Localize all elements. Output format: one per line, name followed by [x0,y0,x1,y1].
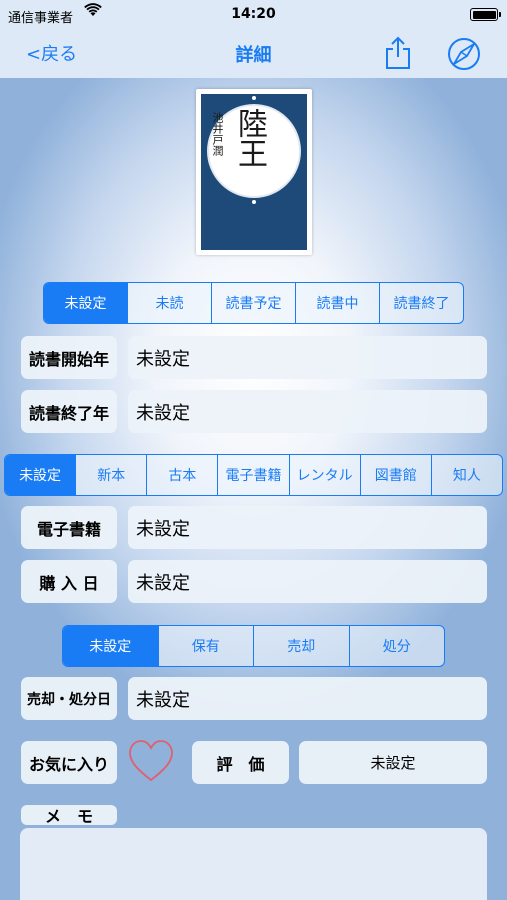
memo-textarea[interactable] [20,828,487,900]
book-type-option[interactable]: 新本 [75,455,146,495]
reading-status-option[interactable]: 読書中 [295,283,379,323]
sell-date-label: 売却・処分日 [21,677,117,720]
reading-status-option[interactable]: 読書予定 [211,283,295,323]
reading-status-option[interactable]: 読書終了 [379,283,463,323]
book-cover-image[interactable]: 陸王 池井戸潤 [196,89,312,255]
reading-end-field[interactable]: 未設定 [128,390,487,433]
reading-status-segmented-control: 未設定 未読 読書予定 読書中 読書終了 [43,282,464,324]
ebook-label: 電子書籍 [21,506,117,549]
back-button[interactable]: <戻る [26,40,77,66]
book-type-segmented-control: 未設定 新本 古本 電子書籍 レンタル 図書館 知人 [4,454,503,496]
book-type-option[interactable]: 電子書籍 [217,455,288,495]
ownership-option[interactable]: 保有 [157,626,254,666]
purchase-date-field[interactable]: 未設定 [128,560,487,603]
ownership-option[interactable]: 処分 [348,626,445,666]
sell-date-field[interactable]: 未設定 [128,677,487,720]
ownership-option[interactable]: 未設定 [63,626,158,666]
battery-icon [470,8,501,21]
book-type-option[interactable]: 図書館 [359,455,431,495]
book-type-option[interactable]: 知人 [430,455,502,495]
book-cover-art: 陸王 池井戸潤 [201,94,307,250]
book-type-option[interactable]: レンタル [288,455,360,495]
clock: 14:20 [231,6,276,22]
reading-status-option[interactable]: 未設定 [44,283,127,323]
ebook-field[interactable]: 未設定 [128,506,487,549]
memo-label: メ モ [21,805,117,826]
book-type-option[interactable]: 未設定 [5,455,76,495]
rating-label: 評 価 [192,741,289,784]
ownership-option[interactable]: 売却 [253,626,349,666]
navigation-bar: <戻る 詳細 [0,30,507,78]
reading-start-field[interactable]: 未設定 [128,336,487,379]
status-bar: 通信事業者 14:20 [0,0,507,30]
reading-start-label: 読書開始年 [21,336,117,379]
compass-icon[interactable] [446,36,482,72]
favorite-label: お気に入り [21,741,117,784]
purchase-date-label: 購 入 日 [21,560,117,603]
cover-author: 池井戸潤 [211,112,224,156]
ownership-segmented-control: 未設定 保有 売却 処分 [62,625,445,667]
share-icon[interactable] [384,36,412,70]
reading-end-label: 読書終了年 [21,390,117,433]
heart-icon[interactable] [126,736,176,786]
book-type-option[interactable]: 古本 [146,455,217,495]
cover-title: 陸王 [232,108,267,168]
rating-button[interactable]: 未設定 [299,741,487,784]
reading-status-option[interactable]: 未読 [127,283,211,323]
